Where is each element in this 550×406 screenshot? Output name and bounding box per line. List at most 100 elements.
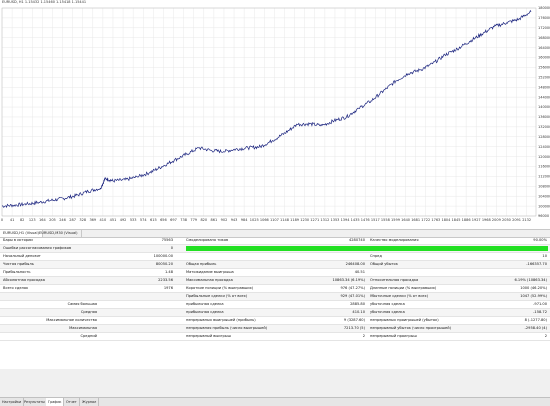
y-tick-label: 124000 <box>538 145 550 149</box>
report-label: Убыточные сделки (% от всех) <box>370 294 429 298</box>
x-tick-label: 779 <box>190 218 197 222</box>
report-label: убыточная сделка <box>370 310 405 314</box>
report-value <box>100 301 173 308</box>
x-tick-label: 1640 <box>401 218 410 222</box>
report-label: Прибыльные сделки (% от всех) <box>186 294 248 298</box>
report-row: Начальный депозит 100000.00 Спред 10 <box>0 253 550 261</box>
report-value: -158.72 <box>533 310 547 314</box>
report-label: Абсолютная просадка <box>3 278 45 282</box>
report-label: Матожидание выигрыша <box>186 270 234 274</box>
y-tick-label: 120000 <box>538 155 550 159</box>
balance-chart: EURUSD, H1 1.15432 1.15460 1.15418 1.154… <box>0 0 550 228</box>
report-value: 929 (47.01%) <box>340 294 365 298</box>
x-tick-label: 1927 <box>472 218 481 222</box>
report-row: Абсолютная просадка 2233.56 Максимальная п… <box>0 277 550 285</box>
y-tick-label: 156000 <box>538 66 550 70</box>
x-tick-label: 1435 <box>351 218 360 222</box>
report-label: Общий убыток <box>370 262 398 266</box>
x-tick-label: 1886 <box>462 218 471 222</box>
report-table: Бары в истории 75563 Смоделировано тиков 42… <box>0 237 550 369</box>
x-tick-label: 123 <box>29 218 36 222</box>
report-label: Ошибки рассогласования графиков <box>3 246 72 250</box>
report-value: 1976 <box>163 286 173 290</box>
report-label: Короткие позиции (% выигравших) <box>186 286 254 290</box>
report-label: Относительная просадка <box>370 278 419 282</box>
x-tick-label: 1681 <box>411 218 420 222</box>
report-label: Чистая прибыль <box>3 262 34 266</box>
y-tick-label: 136000 <box>538 115 550 119</box>
empty-panel <box>0 369 550 397</box>
report-value <box>100 325 173 332</box>
x-tick-label: 2009 <box>492 218 501 222</box>
report-value: 10863.34 (6.19%) <box>332 278 365 282</box>
y-tick-label: 116000 <box>538 165 550 169</box>
report-row: Всего сделок 1976 Короткие позиции (% выиг… <box>0 285 550 293</box>
report-label: Смоделировано тиков <box>186 238 229 242</box>
x-tick-label: 1763 <box>431 218 440 222</box>
report-value: 2885.80 <box>350 302 365 306</box>
x-tick-label: 861 <box>211 218 218 222</box>
report-row: Максимальное количество непрерывных выигр… <box>0 317 550 325</box>
y-tick-label: 168000 <box>538 36 550 40</box>
report-value: 410.10 <box>352 310 365 314</box>
report-row: Максимальная непрерывная прибыль (число в… <box>0 325 550 333</box>
report-value: 2 <box>362 334 365 338</box>
report-value: 40.51 <box>354 270 365 274</box>
x-tick-label: 41 <box>10 218 14 222</box>
x-tick-label: 533 <box>130 218 137 222</box>
report-value <box>100 309 173 316</box>
report-row: Средняя прибыльная сделка 410.10 убыточная … <box>0 309 550 317</box>
report-label: Качество моделирования <box>370 238 419 242</box>
x-tick-label: 0 <box>1 218 3 222</box>
y-tick-label: 180000 <box>538 6 550 10</box>
report-value: 2 <box>544 334 547 338</box>
report-label: Общая прибыль <box>186 262 217 266</box>
report-value: -2958.40 (4) <box>524 326 547 330</box>
x-tick-label: 1312 <box>320 218 329 222</box>
x-tick-label: 2050 <box>502 218 511 222</box>
x-tick-label: 1189 <box>290 218 299 222</box>
report-value: 0 <box>170 246 173 250</box>
report-value: 9 (3287.60) <box>343 318 365 322</box>
y-tick-label: 104000 <box>538 194 550 198</box>
report-value: 90.00% <box>533 238 547 242</box>
x-tick-label: 164 <box>39 218 46 222</box>
report-row: Прибыльные сделки (% от всех) 929 (47.01%… <box>0 293 550 301</box>
x-tick-label: 820 <box>200 218 207 222</box>
report-value: 976 (47.27%) <box>340 286 365 290</box>
x-tick-label: 369 <box>89 218 96 222</box>
x-tick-label: 615 <box>150 218 157 222</box>
y-tick-label: 144000 <box>538 95 550 99</box>
x-tick-label: 410 <box>100 218 107 222</box>
report-value: -971.00 <box>533 302 547 306</box>
x-tick-label: 451 <box>110 218 117 222</box>
tab-eurusd-m30[interactable]: EURUSD,M30 (Visual) <box>36 230 82 237</box>
x-tick-label: 2091 <box>512 218 521 222</box>
report-value: 100000.00 <box>153 254 173 258</box>
report-label: непрерывных выигрышей (прибыль) <box>186 318 256 322</box>
x-tick-label: 697 <box>170 218 177 222</box>
x-tick-label: 1230 <box>300 218 309 222</box>
x-tick-label: 1517 <box>371 218 380 222</box>
x-tick-label: 1107 <box>270 218 279 222</box>
report-row: Средний непрерывный выигрыш 2 непрерывный п… <box>0 333 550 341</box>
report-label: Максимальная просадка <box>186 278 233 282</box>
x-tick-label: 287 <box>69 218 76 222</box>
x-tick-label: 2132 <box>522 218 531 222</box>
report-row: Самая большая прибыльная сделка 2885.80 убы… <box>0 301 550 309</box>
report-label: прибыльная сделка <box>186 302 224 306</box>
report-row: Прибыльность 1.48 Матожидание выигрыша 40.5… <box>0 269 550 277</box>
x-tick-label: 1599 <box>391 218 400 222</box>
report-value <box>100 293 173 300</box>
x-tick-label: 902 <box>221 218 228 222</box>
report-value: 1000 (46.20%) <box>520 286 547 290</box>
report-label: Бары в истории <box>3 238 33 242</box>
report-value <box>470 245 547 252</box>
y-tick-label: 148000 <box>538 85 550 89</box>
report-label <box>186 245 286 252</box>
report-label: непрерывный проигрыш <box>370 334 417 338</box>
x-tick-label: 1845 <box>452 218 461 222</box>
x-tick-label: 1558 <box>381 218 390 222</box>
x-tick-label: 574 <box>140 218 147 222</box>
report-label: Спред <box>370 254 382 258</box>
